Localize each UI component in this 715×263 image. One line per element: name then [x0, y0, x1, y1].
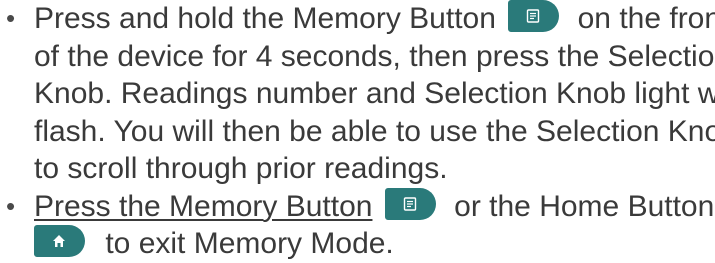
instructions-page: • Press and hold the Memory Button on th… — [0, 0, 715, 260]
bullet-dot: • — [6, 190, 16, 221]
list-item: • Press the Memory Button or the Home Bu… — [0, 187, 715, 263]
item1-line5: to scroll through prior readings. — [34, 152, 448, 185]
item1-text-after-memory: on the front — [577, 2, 715, 35]
item1-line2: of the device for 4 seconds, then press … — [34, 39, 715, 73]
item2-line1: Press the Memory Button or the Home Butt… — [34, 187, 715, 226]
memory-icon — [527, 9, 540, 23]
item2-text-before-memory: Press the Memory Button — [34, 189, 373, 223]
bullet-dot: • — [6, 3, 16, 33]
item1-line1: Press and hold the Memory Button on the … — [34, 0, 715, 38]
instruction-list: • Press and hold the Memory Button on th… — [0, 0, 715, 263]
memory-icon — [403, 196, 417, 211]
home-icon — [53, 235, 65, 247]
item1-text-before-memory: Press and hold the Memory Button — [34, 2, 496, 35]
item2-text-after-memory: or the Home Button — [454, 189, 715, 223]
list-item: • Press and hold the Memory Button on th… — [0, 0, 715, 188]
item2-line2: to exit Memory Mode. — [34, 225, 715, 263]
home-button-icon — [34, 225, 85, 257]
item2-text-line2: to exit Memory Mode. — [105, 227, 394, 260]
memory-button-icon — [508, 0, 560, 32]
item1-line4: flash. You will then be able to use the … — [34, 114, 715, 148]
item1-line3: Knob. Readings number and Selection Knob… — [34, 77, 715, 110]
memory-button-icon — [384, 187, 436, 220]
